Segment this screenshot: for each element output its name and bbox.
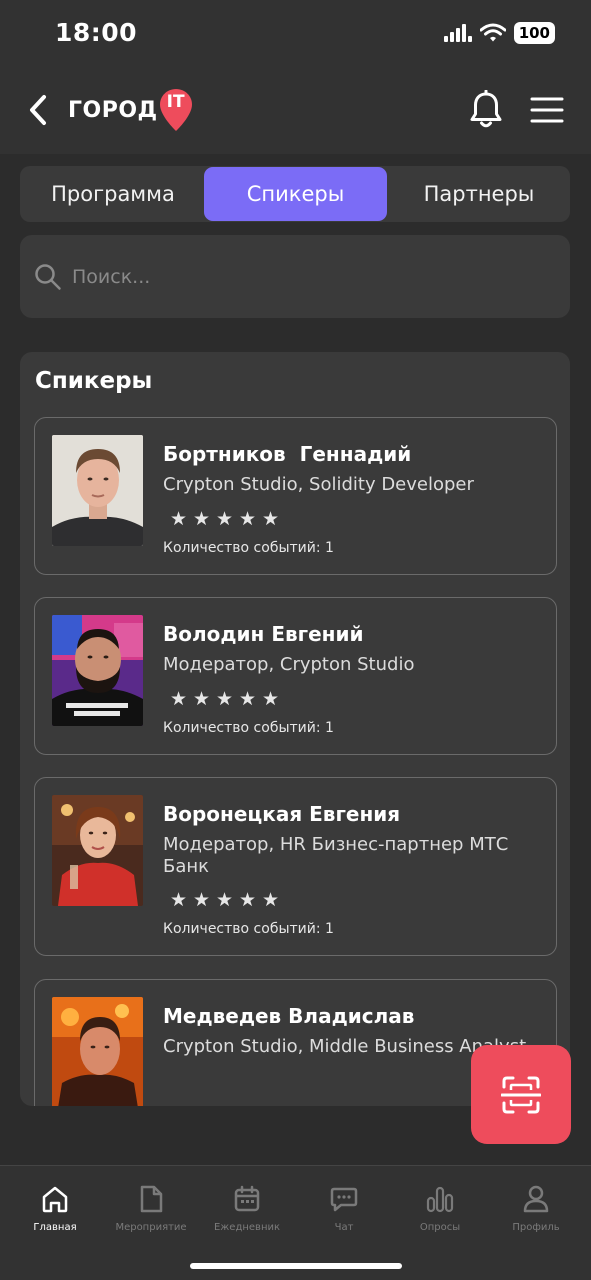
status-bar: 18:00 100 — [0, 0, 591, 70]
nav-item-polls[interactable]: Опросы — [390, 1184, 490, 1233]
speaker-role: Crypton Studio, Solidity Developer — [163, 474, 474, 495]
star-icon[interactable]: ★ — [168, 689, 189, 709]
status-time: 18:00 — [55, 18, 138, 47]
cellular-signal-icon — [443, 24, 472, 42]
star-icon[interactable]: ★ — [237, 509, 258, 529]
star-icon[interactable]: ★ — [260, 689, 281, 709]
events-count: Количество событий: 1 — [163, 540, 334, 556]
nav-item-planner[interactable]: Ежедневник — [197, 1184, 297, 1233]
scan-button[interactable] — [471, 1045, 571, 1144]
user-icon — [523, 1185, 549, 1213]
star-icon[interactable]: ★ — [168, 509, 189, 529]
hamburger-menu-icon — [530, 97, 564, 123]
speaker-card[interactable]: Бортников Геннадий Crypton Studio, Solid… — [34, 417, 557, 575]
speaker-photo — [52, 795, 143, 906]
tab-program[interactable]: Программа — [28, 167, 198, 221]
calendar-icon — [234, 1185, 260, 1212]
nav-label: Опросы — [419, 1222, 461, 1233]
bell-icon — [470, 89, 502, 128]
logo-text: ГОРОД — [68, 97, 158, 123]
star-icon[interactable]: ★ — [168, 890, 189, 910]
logo-pin: IT — [159, 88, 193, 132]
nav-label: Чат — [334, 1222, 354, 1233]
star-icon[interactable]: ★ — [214, 509, 235, 529]
search-icon — [35, 264, 61, 290]
speakers-panel: Спикеры Бортников Геннадий Crypton Studi… — [20, 352, 570, 1106]
home-indicator — [190, 1263, 402, 1269]
nav-label: Профиль — [512, 1222, 560, 1233]
tab-speakers[interactable]: Спикеры — [204, 167, 387, 221]
star-icon[interactable]: ★ — [237, 689, 258, 709]
star-icon[interactable]: ★ — [191, 890, 212, 910]
star-icon[interactable]: ★ — [260, 890, 281, 910]
nav-item-profile[interactable]: Профиль — [486, 1184, 586, 1233]
nav-item-home[interactable]: Главная — [5, 1184, 105, 1233]
speaker-name: Володин Евгений — [163, 622, 364, 646]
logo-badge: IT — [166, 92, 185, 112]
events-count: Количество событий: 1 — [163, 921, 334, 937]
document-icon — [140, 1185, 163, 1213]
chevron-left-icon — [30, 95, 46, 125]
section-title: Спикеры — [35, 368, 153, 394]
speaker-name: Бортников Геннадий — [163, 442, 412, 466]
rating-stars: ★ ★ ★ ★ ★ — [168, 509, 281, 529]
speaker-photo — [52, 615, 143, 726]
star-icon[interactable]: ★ — [214, 890, 235, 910]
chat-icon — [330, 1187, 358, 1212]
speaker-card[interactable]: Воронецкая Евгения Модератор, HR Бизнес-… — [34, 777, 557, 956]
nav-label: Ежедневник — [213, 1222, 281, 1233]
app-logo: ГОРОД IT — [68, 88, 193, 132]
scan-icon — [501, 1076, 541, 1114]
speaker-role: Модератор, Crypton Studio — [163, 654, 415, 675]
nav-item-event[interactable]: Мероприятие — [101, 1184, 201, 1233]
rating-stars: ★ ★ ★ ★ ★ — [168, 890, 281, 910]
nav-item-chat[interactable]: Чат — [294, 1184, 394, 1233]
star-icon[interactable]: ★ — [191, 509, 212, 529]
rating-stars: ★ ★ ★ ★ ★ — [168, 689, 281, 709]
battery-indicator: 100 — [513, 22, 555, 44]
status-icons: 100 — [443, 22, 555, 44]
nav-label: Мероприятие — [115, 1222, 187, 1233]
speaker-name: Медведев Владислав — [163, 1004, 415, 1028]
menu-button[interactable] — [530, 96, 564, 124]
speaker-photo — [52, 435, 143, 546]
star-icon[interactable]: ★ — [214, 689, 235, 709]
app-header: ГОРОД IT — [0, 70, 591, 154]
speaker-photo — [52, 997, 143, 1106]
search-box — [20, 235, 570, 318]
events-count: Количество событий: 1 — [163, 720, 334, 736]
back-button[interactable] — [24, 92, 54, 128]
speaker-card[interactable]: Володин Евгений Модератор, Crypton Studi… — [34, 597, 557, 755]
search-input[interactable] — [72, 257, 542, 297]
home-icon — [42, 1186, 68, 1213]
segmented-tabs: Программа Спикеры Партнеры — [20, 166, 570, 222]
notifications-button[interactable] — [468, 89, 504, 130]
speaker-role: Модератор, HR Бизнес-партнер МТС Банк — [163, 834, 509, 877]
bar-chart-icon — [426, 1186, 454, 1213]
star-icon[interactable]: ★ — [237, 890, 258, 910]
nav-label: Главная — [33, 1222, 77, 1233]
star-icon[interactable]: ★ — [191, 689, 212, 709]
tab-partners[interactable]: Партнеры — [390, 167, 568, 221]
wifi-icon — [479, 23, 506, 42]
star-icon[interactable]: ★ — [260, 509, 281, 529]
speaker-name: Воронецкая Евгения — [163, 802, 401, 826]
